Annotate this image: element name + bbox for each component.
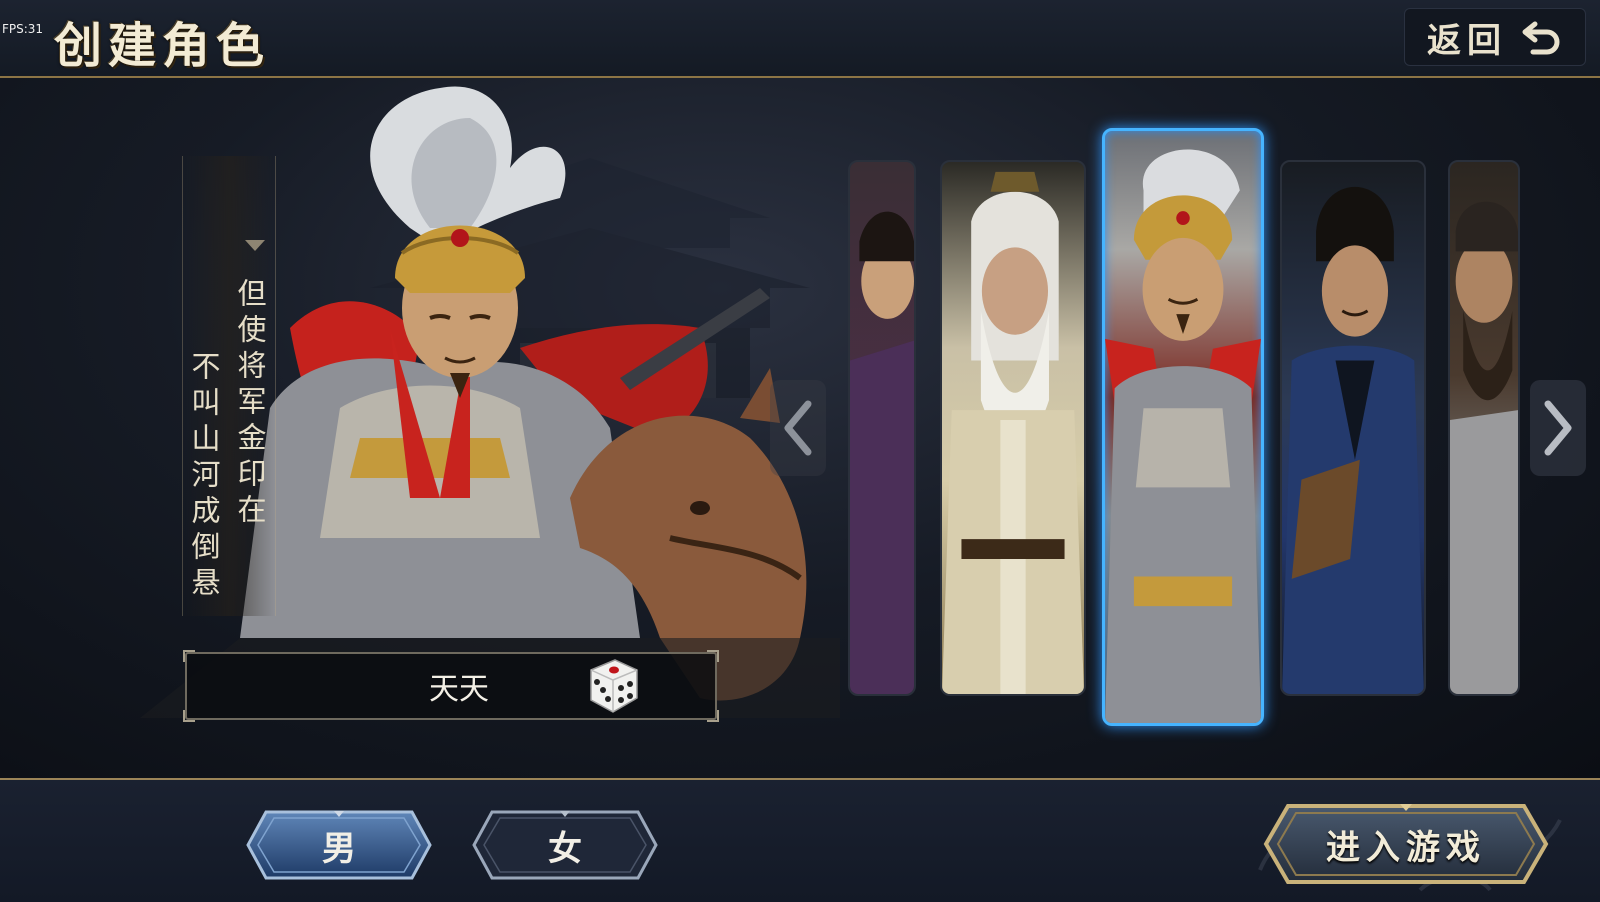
enter-game-label: 进入游戏 — [1326, 827, 1486, 868]
gender-female-button[interactable]: 女 — [470, 808, 660, 882]
back-button-label: 返回 — [1427, 20, 1507, 61]
enter-game-button[interactable]: 进入游戏 — [1262, 802, 1550, 886]
random-name-dice-icon[interactable] — [579, 652, 647, 720]
character-name-input[interactable] — [367, 662, 551, 710]
portrait-next-button[interactable] — [1530, 380, 1586, 476]
portrait-blue-robe[interactable] — [1280, 160, 1426, 696]
portrait-partial-right[interactable] — [1448, 160, 1520, 696]
page-title: 创建角色 — [54, 18, 271, 74]
portrait-partial-left[interactable] — [848, 160, 916, 696]
frame-corner — [707, 650, 719, 662]
portrait-elder[interactable] — [940, 160, 1086, 696]
name-box — [183, 650, 719, 722]
gender-male-button[interactable]: 男 — [244, 808, 434, 882]
portrait-carousel — [840, 78, 1520, 778]
poem-panel: 但使将军金印在 不叫山河成倒悬 — [182, 156, 276, 616]
gender-male-label: 男 — [322, 828, 356, 869]
frame-corner — [707, 710, 719, 722]
back-button[interactable]: 返回 — [1404, 8, 1586, 66]
poem-line-1: 但使将军金印在 — [233, 278, 267, 530]
frame-corner — [183, 710, 195, 722]
chevron-left-icon — [784, 400, 812, 456]
bottom-bar: 男 女 进入游戏 — [0, 778, 1600, 902]
portrait-armored-general[interactable] — [1102, 128, 1264, 726]
chevron-right-icon — [1544, 400, 1572, 456]
scroll-down-arrow-icon — [245, 240, 265, 251]
frame-corner — [183, 650, 195, 662]
poem-line-2: 不叫山河成倒悬 — [187, 351, 221, 603]
gender-female-label: 女 — [548, 828, 582, 869]
character-stage: 但使将军金印在 不叫山河成倒悬 — [0, 78, 1600, 778]
return-arrow-icon — [1522, 21, 1560, 55]
top-bar: FPS:31 创建角色 返回 — [0, 0, 1600, 78]
portrait-prev-button[interactable] — [770, 380, 826, 476]
fps-counter: FPS:31 — [2, 22, 44, 36]
